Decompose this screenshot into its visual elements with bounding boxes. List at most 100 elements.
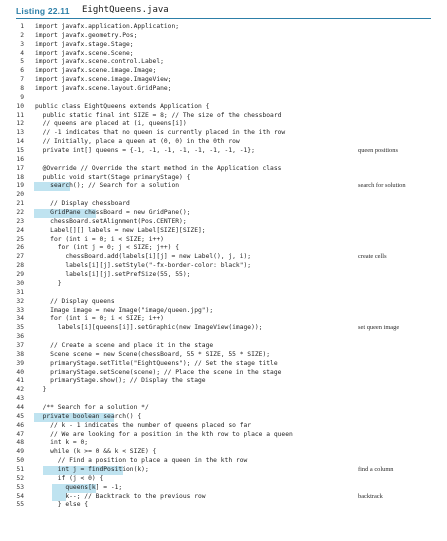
code-text: public class EightQueens extends Applica… — [35, 102, 210, 110]
code-line: 13 // -1 indicates that no queen is curr… — [0, 129, 447, 138]
code-line: 39 primaryStage.setTitle("EightQueens");… — [0, 360, 447, 369]
code-text: labels[i][queens[i]].setGraphic(new Imag… — [35, 324, 263, 332]
margin-note: search for solution — [358, 182, 406, 190]
line-number: 7 — [20, 76, 24, 84]
code-line: 53 queens[k] = -1; — [0, 483, 447, 493]
code-line: 3 import javafx.stage.Stage; — [0, 41, 447, 50]
line-number: 32 — [16, 297, 24, 305]
code-text: chessBoard.add(labels[i][j] = new Label(… — [35, 253, 252, 261]
code-text: GridPane chessBoard = new GridPane(); — [35, 209, 191, 217]
line-number: 23 — [16, 217, 24, 225]
code-text: import javafx.geometry.Pos; — [35, 31, 138, 39]
line-number: 38 — [16, 350, 24, 358]
listing-filename: EightQueens.java — [82, 5, 169, 15]
line-number: 22 — [16, 209, 24, 217]
code-line: 38 Scene scene = new Scene(chessBoard, 5… — [0, 351, 447, 360]
line-number: 30 — [16, 279, 24, 287]
code-line: 14 // Initially, place a queen at (0, 0)… — [0, 138, 447, 147]
code-text: // Display queens — [35, 297, 115, 305]
line-number: 49 — [16, 448, 24, 456]
code-text: import javafx.application.Application; — [35, 23, 180, 30]
code-text: // Initially, place a queen at (0, 0) in… — [35, 138, 240, 146]
code-text: while (k >= 0 && k < SIZE) { — [35, 448, 157, 456]
code-line: 37 // Create a scene and place it in the… — [0, 342, 447, 351]
code-text: // -1 indicates that no queen is current… — [35, 129, 286, 137]
code-text: if (j < 0) { — [35, 474, 104, 482]
code-line: 10 public class EightQueens extends Appli… — [0, 103, 447, 112]
code-text: // Display chessboard — [35, 200, 130, 208]
line-number: 10 — [16, 102, 24, 110]
code-line: 9 — [0, 94, 447, 103]
code-text: queens[k] = -1; — [35, 483, 123, 491]
code-text: k--; // Backtrack to the previous row — [35, 492, 206, 500]
code-line: 45 private boolean search() { — [0, 412, 447, 422]
code-text: public static final int SIZE = 8; // The… — [35, 111, 282, 119]
code-text: @Override // Override the start method i… — [35, 164, 282, 172]
line-number: 26 — [16, 244, 24, 252]
code-text: // Create a scene and place it in the st… — [35, 341, 214, 349]
code-line: 25 for (int i = 0; i < SIZE; i++) — [0, 236, 447, 245]
line-number: 19 — [16, 182, 24, 190]
code-line: 41 primaryStage.show(); // Display the s… — [0, 377, 447, 386]
code-line: 43 — [0, 395, 447, 404]
code-line: 55 } else { — [0, 501, 447, 510]
code-text: import javafx.scene.image.ImageView; — [35, 76, 172, 84]
code-line: 6 import javafx.scene.image.Image; — [0, 67, 447, 76]
line-number: 46 — [16, 421, 24, 429]
listing-header: Listing 22.11 EightQueens.java — [16, 5, 431, 19]
line-number: 18 — [16, 173, 24, 181]
code-text: int k = 0; — [35, 439, 89, 447]
line-number: 25 — [16, 235, 24, 243]
code-text: labels[i][j].setStyle("-fx-border-color:… — [35, 262, 252, 270]
code-line: 11 public static final int SIZE = 8; // … — [0, 112, 447, 121]
code-line: 19 search(); // Search for a solution sea… — [0, 182, 447, 192]
code-line: 44 /** Search for a solution */ — [0, 404, 447, 413]
line-number: 15 — [16, 147, 24, 155]
code-text: primaryStage.setTitle("EightQueens"); //… — [35, 359, 278, 367]
code-line: 34 for (int i = 0; i < SIZE; i++) — [0, 315, 447, 324]
margin-note: set queen image — [358, 324, 400, 332]
code-line: 35 labels[i][queens[i]].setGraphic(new I… — [0, 324, 447, 333]
line-number: 2 — [20, 31, 24, 39]
code-text: Label[][] labels = new Label[SIZE][SIZE]… — [35, 226, 206, 234]
code-line: 23 chessBoard.setAlignment(Pos.CENTER); — [0, 218, 447, 227]
code-text: int j = findPosition(k); — [35, 465, 149, 473]
line-number: 53 — [16, 483, 24, 491]
code-text: import javafx.scene.Scene; — [35, 49, 134, 57]
code-text: primaryStage.setScene(scene); // Place t… — [35, 368, 282, 376]
code-line: 2 import javafx.geometry.Pos; — [0, 32, 447, 41]
line-number: 54 — [16, 492, 24, 500]
line-number: 8 — [20, 85, 24, 93]
line-number: 35 — [16, 324, 24, 332]
line-number: 45 — [16, 412, 24, 420]
code-text: import javafx.stage.Stage; — [35, 40, 134, 48]
code-line: 31 — [0, 289, 447, 298]
line-number: 27 — [16, 253, 24, 261]
line-number: 28 — [16, 262, 24, 270]
listing-label: Listing 22.11 — [16, 6, 70, 16]
line-number: 1 — [20, 23, 24, 30]
line-number: 34 — [16, 315, 24, 323]
margin-note: queen positions — [358, 147, 398, 155]
line-number: 12 — [16, 120, 24, 128]
code-line: 4 import javafx.scene.Scene; — [0, 50, 447, 59]
line-number: 5 — [20, 58, 24, 66]
code-line: 42 } — [0, 386, 447, 395]
code-line: 7 import javafx.scene.image.ImageView; — [0, 76, 447, 85]
line-number: 13 — [16, 129, 24, 137]
code-text: // We are looking for a position in the … — [35, 430, 293, 438]
code-line: 40 primaryStage.setScene(scene); // Plac… — [0, 369, 447, 378]
line-number: 16 — [16, 155, 24, 163]
line-number: 55 — [16, 501, 24, 509]
code-line: 27 chessBoard.add(labels[i][j] = new Lab… — [0, 253, 447, 262]
code-line: 22 GridPane chessBoard = new GridPane(); — [0, 209, 447, 218]
code-line: 47 // We are looking for a position in t… — [0, 431, 447, 440]
line-number: 33 — [16, 306, 24, 314]
code-line: 26 for (int j = 0; j < SIZE; j++) { — [0, 244, 447, 253]
code-text: } — [35, 386, 47, 394]
code-line: 51 int j = findPosition(k); find a column — [0, 465, 447, 475]
code-text: search(); // Search for a solution — [35, 182, 180, 190]
code-line: 1 import javafx.application.Application; — [0, 23, 447, 32]
code-line: 18 public void start(Stage primaryStage)… — [0, 174, 447, 183]
line-number: 14 — [16, 138, 24, 146]
